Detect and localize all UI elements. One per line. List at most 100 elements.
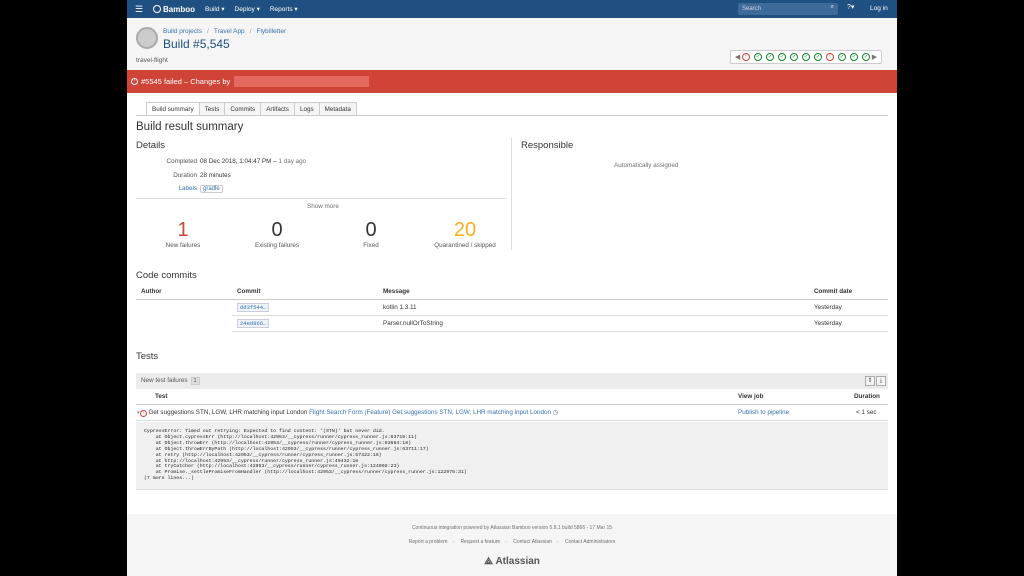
bamboo-logo-icon: [153, 5, 161, 13]
tab-build-summary[interactable]: Build summary: [146, 102, 200, 116]
stat-label: Existing failures: [254, 242, 300, 249]
nav-reports[interactable]: Reports ▾: [270, 5, 298, 13]
bamboo-logo[interactable]: Bamboo: [153, 5, 195, 14]
commits-heading: Code commits: [136, 270, 197, 281]
details-heading: Details: [136, 140, 166, 151]
search-icon[interactable]: ⌕: [831, 4, 834, 11]
col-test: Test: [155, 393, 168, 400]
tab-tests[interactable]: Tests: [198, 102, 226, 116]
labels-label[interactable]: Labels: [178, 185, 197, 192]
commit-message: Parser.nullOrToString: [383, 320, 443, 327]
col-commit: Commit: [237, 288, 261, 295]
breadcrumb-build-projects[interactable]: Build projects: [163, 28, 202, 35]
tab-commits[interactable]: Commits: [224, 102, 262, 116]
commit-hash[interactable]: 24ed966…: [237, 319, 270, 328]
help-icon[interactable]: ?▾: [847, 3, 854, 11]
tests-toolbar: New test failures 1 ⇕ ⤓: [136, 373, 888, 389]
nav-build[interactable]: Build ▾: [205, 5, 225, 13]
summary-title: Build result summary: [136, 121, 244, 133]
tests-bar-label: New test failures: [141, 377, 188, 384]
status-banner: ! #5545 failed – Changes by: [127, 70, 897, 93]
main-content: Build summary Tests Commits Artifacts Lo…: [127, 93, 897, 514]
col-view-job: View job: [738, 393, 764, 400]
new-test-failures-label: New test failures 1: [141, 377, 200, 385]
successful-build-icon[interactable]: ✓: [777, 53, 786, 61]
page: ☰ Bamboo Build ▾ Deploy ▾ Reports ▾ Sear…: [127, 0, 897, 576]
breadcrumb-flybilletter[interactable]: Flybilletter: [257, 28, 287, 35]
successful-build-icon[interactable]: ✓: [849, 53, 858, 61]
report-problem-link[interactable]: Report a problem: [409, 539, 448, 545]
completed-value: 08 Dec 2018, 1:04:47 PM – 1 day ago: [200, 158, 306, 165]
top-navigation: ☰ Bamboo Build ▾ Deploy ▾ Reports ▾ Sear…: [127, 0, 897, 18]
footer-powered-by: Continuous integration powered by Atlass…: [411, 525, 613, 531]
collapse-all-icon[interactable]: ⇕: [865, 376, 875, 386]
tests-heading: Tests: [136, 351, 159, 362]
col-message: Message: [383, 288, 410, 295]
history-icon[interactable]: ◷: [553, 409, 559, 416]
stat-label: New failures: [165, 242, 201, 249]
request-feature-link[interactable]: Request a feature: [460, 539, 500, 545]
stat-number: 20: [453, 219, 477, 241]
tab-artifacts[interactable]: Artifacts: [260, 102, 295, 116]
atlassian-logo-text: Atlassian: [495, 556, 540, 567]
label-tag[interactable]: gradle: [200, 185, 223, 193]
successful-build-icon[interactable]: ✓: [813, 53, 822, 61]
commit-message: kotlin 1.3.11: [383, 304, 417, 311]
successful-build-icon[interactable]: ✓: [765, 53, 774, 61]
redacted-author: [234, 76, 370, 87]
tab-bar: Build summary Tests Commits Artifacts Lo…: [146, 102, 357, 116]
show-more-link[interactable]: Show more: [307, 203, 339, 210]
failed-build-icon[interactable]: !: [825, 53, 834, 61]
menu-icon[interactable]: ☰: [131, 4, 147, 15]
successful-build-icon[interactable]: ✓: [753, 53, 762, 61]
test-suite-link[interactable]: Flight Search Form (Feature) Get suggest…: [309, 409, 551, 416]
completed-label: Completed: [166, 158, 197, 165]
divider: [136, 198, 506, 199]
successful-build-icon[interactable]: ✓: [789, 53, 798, 61]
divider: [511, 138, 512, 250]
search-input[interactable]: Search ⌕: [738, 3, 838, 15]
test-name: Get suggestions STN, LGW, LHR matching i…: [148, 409, 308, 416]
contact-atlassian-link[interactable]: Contact Atlassian: [513, 539, 552, 545]
responsible-heading: Responsible: [521, 140, 574, 151]
stat-quarantined[interactable]: 20 Quarantined / skipped: [419, 219, 511, 249]
tests-table-header: Test View job Duration: [136, 390, 888, 405]
tab-metadata[interactable]: Metadata: [318, 102, 357, 116]
nav-reports-label: Reports: [269, 6, 293, 13]
previous-build-icon[interactable]: ◀: [735, 53, 740, 61]
commit-hash[interactable]: dd3f544…: [237, 303, 270, 312]
expand-all-icon[interactable]: ⤓: [876, 376, 886, 386]
build-header: Build projects / Travel App / Flybilletter B…: [127, 18, 897, 70]
stat-number: 1: [177, 219, 189, 241]
test-duration: < 1 sec: [856, 409, 877, 416]
view-job-link[interactable]: Publish to pipeline: [738, 409, 789, 416]
breadcrumb-travel-app[interactable]: Travel App: [214, 28, 245, 35]
duration-label: Duration: [173, 172, 197, 179]
successful-build-icon[interactable]: ✓: [801, 53, 810, 61]
brand-label: Bamboo: [163, 4, 195, 14]
footer: Continuous integration powered by Atlass…: [127, 514, 897, 576]
successful-build-icon[interactable]: ✓: [837, 53, 846, 61]
completed-date: 08 Dec 2018, 1:04:47 PM: [200, 158, 272, 165]
contact-admins-link[interactable]: Contact Administrators: [565, 539, 615, 545]
col-duration: Duration: [854, 393, 880, 400]
failed-build-icon[interactable]: !: [741, 53, 750, 61]
table-row: dd3f544… kotlin 1.3.11 Yesterday: [232, 300, 888, 316]
login-link[interactable]: Log in: [870, 5, 888, 12]
nav-deploy-label: Deploy: [234, 6, 255, 13]
plan-avatar: [136, 27, 158, 49]
tab-logs[interactable]: Logs: [293, 102, 320, 116]
page-title: Build #5,545: [163, 37, 230, 51]
successful-build-icon[interactable]: ✓: [861, 53, 870, 61]
stat-number: 0: [271, 219, 283, 241]
stat-fixed[interactable]: 0 Fixed: [325, 219, 417, 249]
stat-existing-failures[interactable]: 0 Existing failures: [231, 219, 323, 249]
atlassian-logo: ⟁ Atlassian: [127, 556, 897, 567]
nav-deploy[interactable]: Deploy ▾: [235, 5, 260, 13]
completed-ago: 1 day ago: [278, 158, 307, 165]
col-author: Author: [141, 288, 162, 295]
stat-new-failures[interactable]: 1 New failures: [137, 219, 229, 249]
nav-build-label: Build: [205, 6, 220, 13]
stat-label: Fixed: [363, 242, 379, 249]
next-build-icon[interactable]: ▶: [872, 53, 877, 61]
